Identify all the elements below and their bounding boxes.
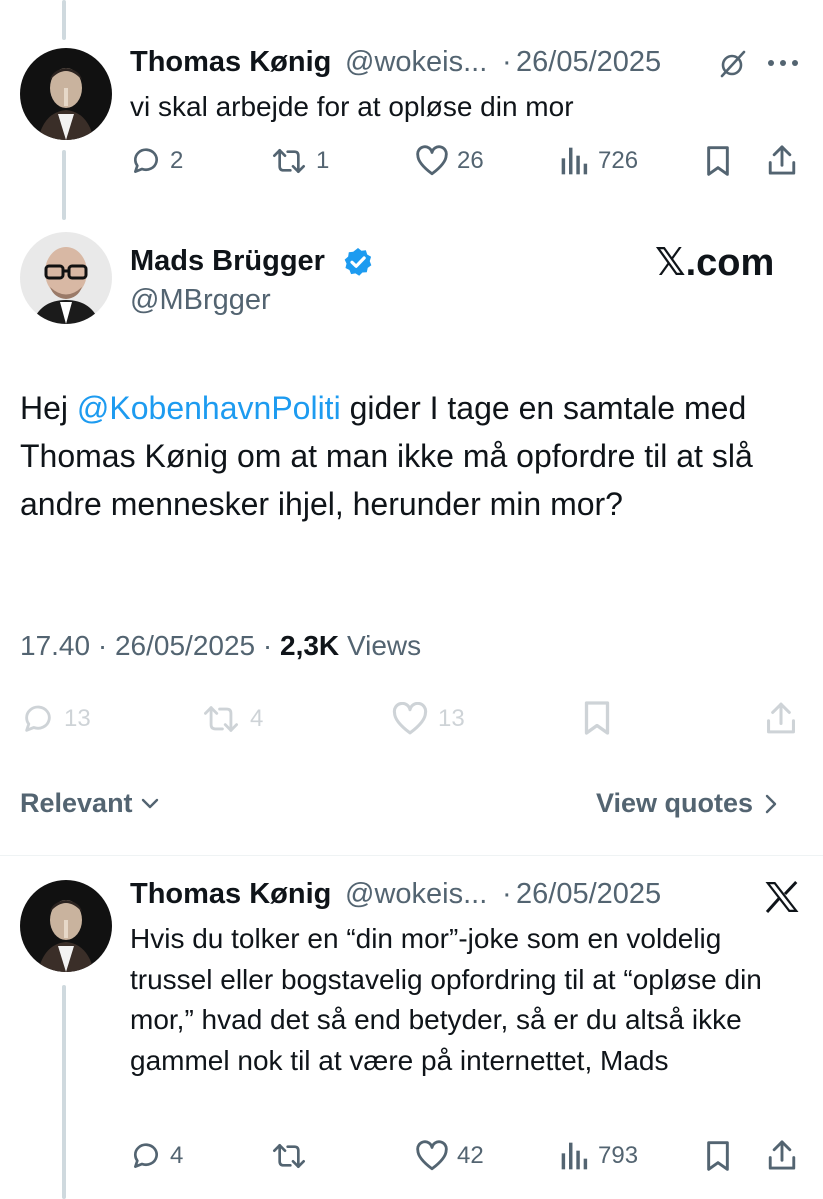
repost-button[interactable]: 1 bbox=[270, 145, 329, 177]
repost-icon bbox=[273, 1144, 305, 1168]
tweet-date[interactable]: 26/05/2025 bbox=[115, 630, 255, 661]
grok-icon[interactable] bbox=[716, 48, 748, 85]
reply-button[interactable]: 2 bbox=[130, 145, 183, 177]
thread-line-bottom bbox=[62, 985, 66, 1199]
bookmark-icon bbox=[707, 1141, 729, 1171]
author-name[interactable]: Thomas Kønig bbox=[130, 878, 331, 911]
avatar[interactable] bbox=[20, 48, 112, 140]
bookmark-button[interactable] bbox=[704, 1140, 732, 1177]
x-logo-icon bbox=[764, 880, 800, 919]
view-quotes-label: View quotes bbox=[596, 788, 754, 818]
chevron-down-icon bbox=[141, 798, 158, 808]
reply-button[interactable]: 4 bbox=[130, 1140, 183, 1172]
reply-icon bbox=[133, 1143, 158, 1168]
repost-button[interactable]: 4 bbox=[200, 702, 263, 736]
repost-count: 4 bbox=[250, 705, 264, 732]
reply-icon bbox=[133, 148, 158, 173]
repost-count: 1 bbox=[316, 147, 330, 174]
x-com-watermark: 𝕏.com bbox=[655, 242, 775, 284]
author-handle[interactable]: @wokeis... bbox=[345, 878, 487, 911]
author-handle[interactable]: @wokeis... bbox=[345, 46, 487, 79]
reply-icon bbox=[25, 705, 51, 732]
share-icon bbox=[767, 702, 795, 734]
repost-icon bbox=[273, 149, 305, 173]
separator: · bbox=[502, 46, 512, 78]
author-name[interactable]: Mads Brügger bbox=[130, 245, 325, 278]
view-quotes-link[interactable]: View quotes bbox=[596, 788, 779, 819]
author-name[interactable]: Thomas Kønig bbox=[130, 46, 331, 79]
tweet-date[interactable]: 26/05/2025 bbox=[516, 878, 661, 911]
avatar[interactable] bbox=[20, 232, 112, 324]
tweet-text: vi skal arbejde for at opløse din mor bbox=[130, 91, 574, 122]
divider bbox=[0, 855, 823, 856]
views-label: Views bbox=[346, 630, 422, 661]
share-button[interactable] bbox=[766, 143, 798, 182]
tweet-text-start: Hej bbox=[20, 390, 77, 426]
reply-button[interactable]: 13 bbox=[20, 702, 91, 736]
like-icon bbox=[416, 145, 448, 176]
views-count: 793 bbox=[598, 1142, 639, 1169]
repost-button[interactable] bbox=[270, 1140, 308, 1172]
avatar[interactable] bbox=[20, 880, 112, 972]
thread-line-mid bbox=[62, 150, 66, 220]
author-handle[interactable]: @MBrgger bbox=[130, 284, 271, 317]
tweet-date[interactable]: 26/05/2025 bbox=[516, 46, 661, 79]
views-icon bbox=[561, 147, 588, 175]
share-button[interactable] bbox=[766, 1138, 798, 1177]
mention-link[interactable]: @KobenhavnPoliti bbox=[77, 390, 341, 426]
bookmark-icon bbox=[707, 146, 729, 176]
like-button[interactable]: 26 bbox=[415, 145, 484, 177]
like-count: 42 bbox=[457, 1142, 484, 1169]
views-count: 2,3K bbox=[280, 630, 340, 661]
tweet-timestamp: 17.40 · 26/05/2025 · 2,3K Views bbox=[20, 630, 421, 662]
reply-count: 4 bbox=[170, 1142, 184, 1169]
sort-dropdown[interactable]: Relevant bbox=[20, 788, 161, 819]
like-icon bbox=[416, 1140, 448, 1171]
repost-icon bbox=[204, 706, 238, 732]
bookmark-icon bbox=[584, 701, 610, 735]
views-count: 726 bbox=[598, 147, 639, 174]
like-button[interactable]: 42 bbox=[415, 1140, 484, 1172]
share-icon bbox=[768, 1140, 796, 1170]
views-button[interactable]: 726 bbox=[560, 145, 638, 177]
chevron-right-icon bbox=[765, 794, 777, 813]
views-button[interactable]: 793 bbox=[560, 1140, 638, 1172]
verified-badge-icon bbox=[342, 246, 374, 283]
views-icon bbox=[561, 1142, 588, 1170]
like-count: 26 bbox=[457, 147, 484, 174]
share-icon bbox=[768, 145, 796, 175]
more-icon[interactable] bbox=[766, 56, 800, 74]
separator: · bbox=[262, 630, 273, 661]
sort-label: Relevant bbox=[20, 788, 133, 818]
separator: · bbox=[97, 630, 108, 661]
tweet-text: Hvis du tolker en “din mor”-joke som en … bbox=[130, 923, 762, 1076]
tweet-text: Hej @KobenhavnPoliti gider I tage en sam… bbox=[20, 384, 810, 528]
like-icon bbox=[392, 702, 428, 735]
tweet-time[interactable]: 17.40 bbox=[20, 630, 90, 661]
reply-count: 2 bbox=[170, 147, 184, 174]
like-button[interactable]: 13 bbox=[390, 702, 465, 736]
share-button[interactable] bbox=[764, 700, 798, 741]
reply-count: 13 bbox=[64, 705, 91, 732]
thread-line-top bbox=[62, 0, 66, 40]
like-count: 13 bbox=[438, 705, 465, 732]
bookmark-button[interactable] bbox=[704, 145, 732, 182]
bookmark-button[interactable] bbox=[582, 700, 612, 741]
separator: · bbox=[502, 878, 512, 910]
